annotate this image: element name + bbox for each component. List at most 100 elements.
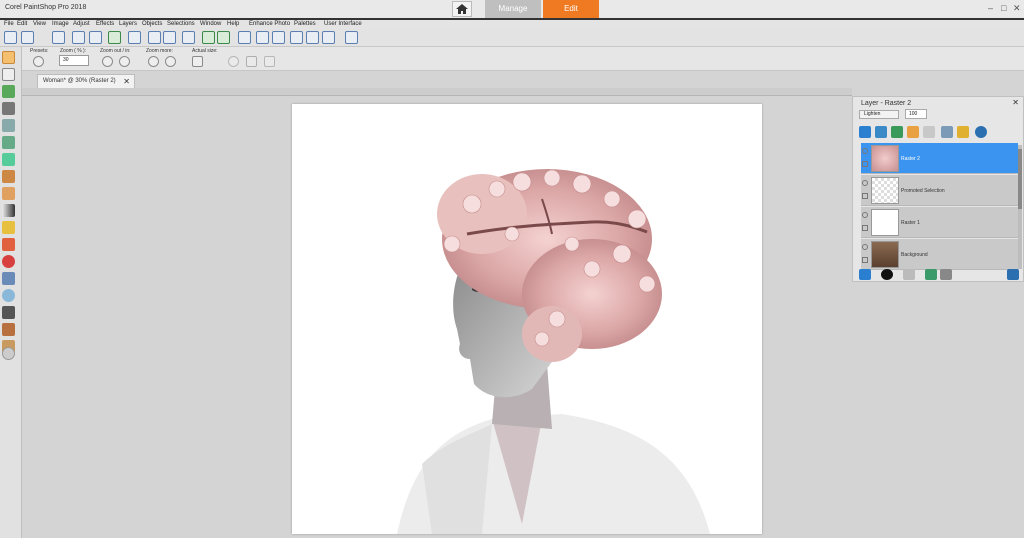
- layer-lock-icon[interactable]: [862, 225, 868, 231]
- menu-objects[interactable]: Objects: [142, 21, 162, 27]
- smudge-tool-icon[interactable]: [2, 238, 15, 251]
- full-screen-icon[interactable]: [290, 31, 303, 44]
- gradient-tool-icon[interactable]: [2, 204, 15, 217]
- lock-transparency-icon[interactable]: [875, 126, 887, 138]
- visibility-toggle-icon[interactable]: [859, 126, 871, 138]
- maximize-button[interactable]: □: [1001, 3, 1006, 13]
- menu-edit[interactable]: Edit: [17, 21, 27, 27]
- scan-icon[interactable]: [52, 31, 65, 44]
- zoom-in-icon[interactable]: [306, 31, 319, 44]
- workspace-icon[interactable]: [345, 31, 358, 44]
- print-icon[interactable]: [128, 31, 141, 44]
- menu-palettes[interactable]: Palettes: [294, 21, 316, 27]
- undo-icon[interactable]: [202, 31, 215, 44]
- settings-tool-icon[interactable]: [2, 347, 15, 360]
- crop-tool-icon[interactable]: [2, 119, 15, 132]
- pan-tool-icon[interactable]: [2, 51, 15, 64]
- straighten-tool-icon[interactable]: [2, 136, 15, 149]
- zoom-in-option-icon[interactable]: [119, 56, 130, 67]
- shape-tool-icon[interactable]: [2, 289, 15, 302]
- layer-visibility-icon[interactable]: [862, 180, 868, 186]
- eraser-tool-icon[interactable]: [2, 221, 15, 234]
- layers-close-button[interactable]: ✕: [1012, 98, 1019, 107]
- layer-promoted-selection[interactable]: Promoted Selection: [861, 175, 1018, 206]
- tab-edit[interactable]: Edit: [543, 0, 599, 18]
- layer-lock-icon[interactable]: [862, 161, 868, 167]
- grid-icon[interactable]: [21, 31, 34, 44]
- menu-effects[interactable]: Effects: [96, 21, 114, 27]
- blend-mode-select[interactable]: Lighten: [859, 110, 899, 119]
- copy-icon[interactable]: [182, 31, 195, 44]
- layer-lock-icon[interactable]: [862, 257, 868, 263]
- menu-help[interactable]: Help: [227, 21, 239, 27]
- close-window-button[interactable]: ✕: [1013, 3, 1021, 14]
- save-as-icon[interactable]: [89, 31, 102, 44]
- standard-toolbar: [0, 29, 1024, 47]
- warp-brush-tool-icon[interactable]: [2, 323, 15, 336]
- layer-visibility-icon[interactable]: [862, 148, 868, 154]
- layer-visibility-icon[interactable]: [862, 244, 868, 250]
- home-button[interactable]: [452, 1, 472, 17]
- menu-enhance-photo[interactable]: Enhance Photo: [249, 21, 290, 27]
- zoom-more-in-icon[interactable]: [165, 56, 176, 67]
- reset-icon[interactable]: [975, 126, 987, 138]
- image-canvas[interactable]: [292, 104, 762, 534]
- merge-layers-icon[interactable]: [925, 269, 937, 280]
- paint-brush-tool-icon[interactable]: [2, 187, 15, 200]
- zoom-input[interactable]: 30: [59, 55, 89, 66]
- menu-image[interactable]: Image: [52, 21, 69, 27]
- pick-tool-icon[interactable]: [2, 68, 15, 81]
- straighten-option-icon: [264, 56, 275, 67]
- edit-selection-icon[interactable]: [907, 126, 919, 138]
- opacity-input[interactable]: 100: [905, 109, 927, 119]
- menu-file[interactable]: File: [4, 21, 14, 27]
- save-icon[interactable]: [72, 31, 85, 44]
- zoom-out-option-icon[interactable]: [102, 56, 113, 67]
- menu-window[interactable]: Window: [200, 21, 221, 27]
- close-document-button[interactable]: ✕: [123, 75, 130, 88]
- new-file-icon[interactable]: [4, 31, 17, 44]
- chain-link-icon[interactable]: [941, 126, 953, 138]
- document-tab[interactable]: Woman* @ 30% (Raster 2) ✕: [37, 74, 135, 88]
- dodge-tool-icon[interactable]: [2, 255, 15, 268]
- layer-background[interactable]: Background: [861, 239, 1018, 270]
- zoom-out-icon[interactable]: [322, 31, 335, 44]
- dropper-tool-icon[interactable]: [2, 102, 15, 115]
- layers-scroll-thumb[interactable]: [1018, 149, 1022, 209]
- perspective-tool-icon[interactable]: [2, 153, 15, 166]
- link-mask-icon[interactable]: [891, 126, 903, 138]
- minimize-button[interactable]: –: [988, 3, 993, 13]
- menu-layers[interactable]: Layers: [119, 21, 137, 27]
- lock-icon[interactable]: [957, 126, 969, 138]
- tab-manage[interactable]: Manage: [485, 0, 541, 18]
- menu-view[interactable]: View: [33, 21, 46, 27]
- adjustment-layer-icon[interactable]: [881, 269, 893, 280]
- undo-history-icon[interactable]: [148, 31, 161, 44]
- zoom-more-out-icon[interactable]: [148, 56, 159, 67]
- share-icon[interactable]: [108, 31, 121, 44]
- layer-properties-icon[interactable]: [923, 126, 935, 138]
- layer-raster-2[interactable]: Raster 2: [861, 143, 1018, 174]
- text-tool-icon[interactable]: [2, 272, 15, 285]
- resize-icon[interactable]: [256, 31, 269, 44]
- redo-history-icon[interactable]: [163, 31, 176, 44]
- actual-size-icon[interactable]: [192, 56, 203, 67]
- new-layer-icon[interactable]: [859, 269, 871, 280]
- info-icon[interactable]: [238, 31, 251, 44]
- layer-lock-icon[interactable]: [862, 193, 868, 199]
- selection-tool-icon[interactable]: [2, 85, 15, 98]
- fit-window-icon[interactable]: [272, 31, 285, 44]
- layer-visibility-icon[interactable]: [862, 212, 868, 218]
- panel-options-icon[interactable]: [1007, 269, 1019, 280]
- pen-tool-icon[interactable]: [2, 306, 15, 319]
- red-eye-tool-icon[interactable]: [2, 170, 15, 183]
- layers-scrollbar[interactable]: [1018, 145, 1022, 269]
- redo-icon[interactable]: [217, 31, 230, 44]
- layer-raster-1[interactable]: Raster 1: [861, 207, 1018, 238]
- menu-adjust[interactable]: Adjust: [73, 21, 90, 27]
- menu-user-interface[interactable]: User Interface: [324, 21, 362, 27]
- presets-hand-icon[interactable]: [33, 56, 44, 67]
- menu-selections[interactable]: Selections: [167, 21, 195, 27]
- delete-layer-icon[interactable]: [940, 269, 952, 280]
- mask-layer-icon[interactable]: [903, 269, 915, 280]
